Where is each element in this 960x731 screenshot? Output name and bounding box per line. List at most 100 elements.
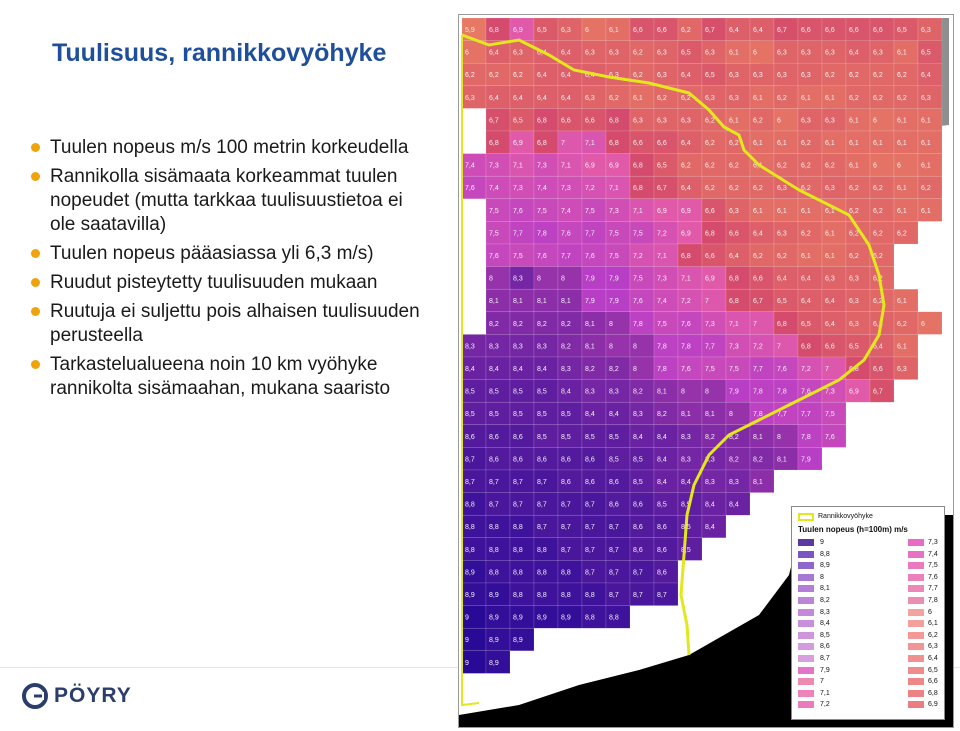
grid-cell-value: 7,5 (825, 411, 835, 418)
grid-cell-value: 8,6 (561, 456, 571, 463)
grid-cell-value: 7,3 (537, 163, 547, 170)
legend-swatch (908, 643, 924, 651)
grid-cell-value: 6,1 (801, 253, 811, 260)
grid-cell-value: 8,6 (465, 434, 475, 441)
grid-cell-value: 6,2 (609, 95, 619, 102)
grid-cell-value: 8,3 (513, 343, 523, 350)
grid-cell-value: 6,3 (873, 50, 883, 57)
grid-cell-value: 6,3 (777, 230, 787, 237)
legend-swatch (798, 539, 814, 546)
grid-cell-value: 8,5 (465, 411, 475, 418)
grid-cell-value: 7,8 (657, 343, 667, 350)
grid-cell-value: 7,9 (729, 389, 739, 396)
grid-cell-value: 8,2 (489, 321, 499, 328)
grid-cell-value: 6,3 (777, 50, 787, 57)
grid-cell-value: 6,8 (681, 253, 691, 260)
grid-cell-value: 6,3 (849, 298, 859, 305)
grid-cell-value: 7,6 (465, 185, 475, 192)
grid-cell-value: 7,4 (465, 163, 475, 170)
grid-cell-value: 8,7 (489, 479, 499, 486)
grid-cell-value: 8 (489, 276, 493, 283)
grid-cell-value: 6,8 (705, 230, 715, 237)
grid-cell-value: 8,4 (657, 456, 667, 463)
grid-cell-value: 8 (609, 343, 613, 350)
grid-cell-value: 6,7 (489, 117, 499, 124)
grid-cell-value: 8,8 (609, 615, 619, 622)
legend-label: 8,9 (820, 562, 830, 570)
grid-cell-value: 7,8 (801, 434, 811, 441)
grid-cell-value: 8,3 (609, 389, 619, 396)
legend-label: 6 (928, 608, 932, 616)
grid-cell-value: 8,7 (657, 592, 667, 599)
grid-cell-value: 6,5 (705, 72, 715, 79)
grid-cell-value: 8,8 (513, 524, 523, 531)
poyry-logo-icon (22, 683, 48, 709)
grid-cell-value: 8,5 (489, 389, 499, 396)
grid-cell-value: 8,1 (489, 298, 499, 305)
grid-cell-value: 7,1 (561, 163, 571, 170)
grid-cell-value: 6,1 (921, 140, 931, 147)
grid-cell-value: 8,1 (753, 479, 763, 486)
grid-cell-value: 7,2 (657, 230, 667, 237)
grid-cell-value: 6,3 (801, 50, 811, 57)
grid-cell-value: 8,1 (681, 411, 691, 418)
grid-cell-value: 6,6 (849, 27, 859, 34)
grid-cell-value: 6,8 (537, 140, 547, 147)
grid-cell-value: 8,2 (729, 456, 739, 463)
grid-cell-value: 6,2 (873, 72, 883, 79)
grid-cell-value: 8,7 (489, 502, 499, 509)
grid-cell-value: 8,7 (465, 456, 475, 463)
legend-label: 6,5 (928, 666, 938, 674)
grid-cell-value: 6,1 (753, 140, 763, 147)
grid-cell-value: 7,1 (657, 253, 667, 260)
grid-cell-value: 7,3 (729, 343, 739, 350)
grid-cell-value: 6,2 (849, 253, 859, 260)
grid-cell-value: 7,1 (633, 208, 643, 215)
grid-cell-value: 8,3 (633, 411, 643, 418)
grid-cell-value: 7,6 (585, 253, 595, 260)
grid-cell-value: 6,2 (729, 140, 739, 147)
legend-label: 7,8 (928, 597, 938, 604)
grid-cell-value: 6,3 (849, 321, 859, 328)
grid-cell-value: 8,6 (585, 479, 595, 486)
grid-cell-value: 8,8 (489, 569, 499, 576)
grid-cell-value: 8,8 (465, 524, 475, 531)
grid-cell-value: 6,4 (753, 230, 763, 237)
grid-cell-value: 8,4 (705, 524, 715, 531)
grid-cell-value: 6,2 (753, 253, 763, 260)
grid-cell-value: 7,4 (489, 185, 499, 192)
logo-text: PÖYRY (54, 684, 132, 707)
grid-cell-value: 7,8 (681, 343, 691, 350)
grid-cell-value: 8,3 (465, 343, 475, 350)
grid-cell-value: 6,1 (849, 140, 859, 147)
grid-cell-value: 6,9 (609, 163, 619, 170)
grid-cell-value: 6,2 (657, 95, 667, 102)
legend-label: 7,1 (820, 689, 830, 697)
grid-cell-value: 6,3 (825, 50, 835, 57)
grid-cell-value: 6,3 (585, 95, 595, 102)
grid-cell-value: 6,3 (849, 276, 859, 283)
legend-swatch (798, 550, 814, 558)
grid-cell-value: 6,1 (873, 140, 883, 147)
grid-cell-value: 6,3 (777, 185, 787, 192)
grid-cell-value: 8,2 (753, 456, 763, 463)
grid-cell-value: 7,5 (633, 230, 643, 237)
grid-cell-value: 8,2 (561, 321, 571, 328)
grid-cell-value: 6,2 (873, 95, 883, 102)
legend-label: 7,4 (928, 550, 938, 558)
grid-cell-value: 7,4 (657, 298, 667, 305)
grid-cell-value: 8,8 (489, 547, 499, 554)
grid-cell-value: 8,8 (537, 569, 547, 576)
grid-cell-value: 8,3 (681, 434, 691, 441)
grid-cell-value: 7,7 (801, 411, 811, 418)
grid-cell-value: 7,7 (777, 411, 787, 418)
grid-cell-value: 8,3 (585, 389, 595, 396)
grid-cell-value: 6,3 (897, 366, 907, 373)
grid-cell-value: 8 (537, 276, 541, 283)
grid-cell-value: 6,1 (777, 208, 787, 215)
grid-cell-value: 6,6 (633, 27, 643, 34)
grid-cell-value: 6,4 (801, 298, 811, 305)
grid-cell-value: 8,1 (561, 298, 571, 305)
legend-swatch (798, 620, 814, 628)
grid-cell-value: 8,8 (561, 592, 571, 599)
